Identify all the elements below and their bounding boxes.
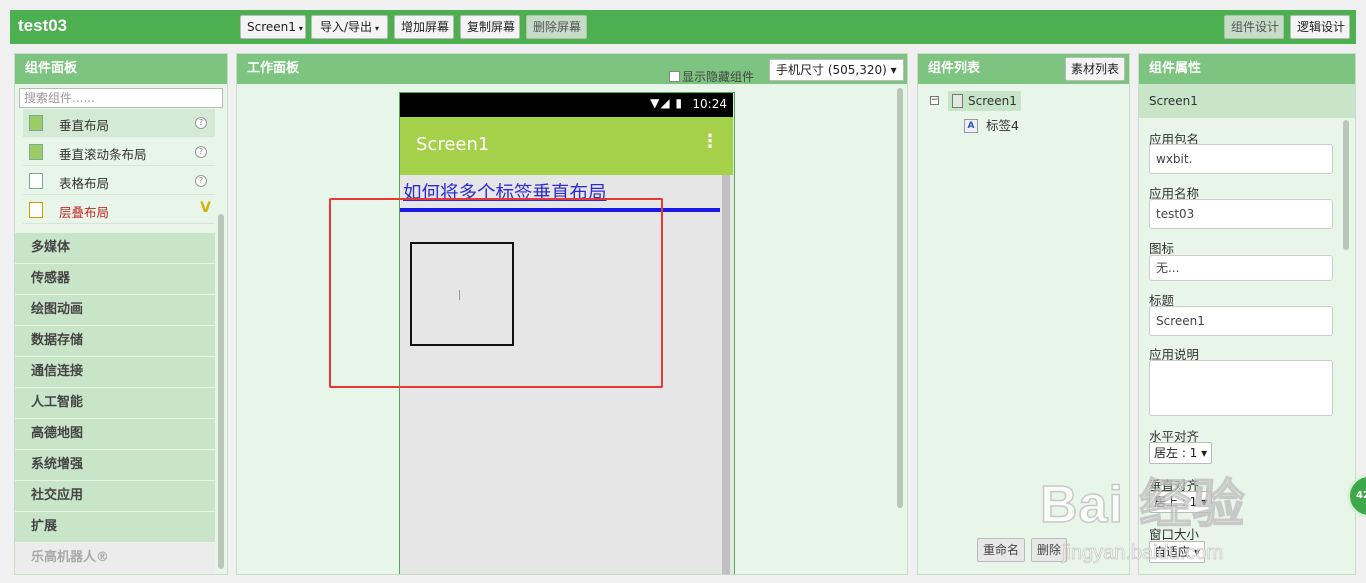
- palette-category-amap[interactable]: 高德地图: [15, 418, 215, 449]
- phone-size-select[interactable]: 手机尺寸 (505,320) ▾: [769, 59, 904, 81]
- overflow-menu-icon[interactable]: ⋮: [701, 131, 719, 152]
- caret-down-icon: ▾: [890, 63, 897, 77]
- tree-node-label4[interactable]: A 标签4: [964, 117, 1019, 135]
- app-bar: Screen1 ⋮: [400, 117, 733, 175]
- properties-title: 组件属性: [1139, 54, 1355, 84]
- screen-title: Screen1: [416, 134, 490, 155]
- selected-component-name: Screen1: [1139, 84, 1355, 118]
- palette-category-sensors[interactable]: 传感器: [15, 263, 215, 294]
- designer-button[interactable]: 组件设计: [1224, 15, 1284, 39]
- status-time: 10:24: [692, 97, 727, 111]
- import-export-button[interactable]: 导入/导出 ▾: [311, 15, 388, 39]
- vertical-arrangement-icon: [29, 115, 43, 131]
- tree-node-screen1[interactable]: Screen1: [948, 91, 1021, 111]
- phone-scrollbar[interactable]: [722, 175, 730, 574]
- help-icon[interactable]: ?: [195, 117, 207, 129]
- rename-button[interactable]: 重命名: [977, 538, 1026, 562]
- workspace-header: 工作面板 显示隐藏组件 手机尺寸 (505,320) ▾: [237, 54, 907, 84]
- palette-item-label: 表格布局: [59, 176, 110, 191]
- palette-panel: 组件面板 搜索组件...... 垂直布局 ? 垂直滚动条布局 ? 表格布局 ? …: [14, 53, 228, 575]
- help-icon[interactable]: ?: [195, 175, 207, 187]
- screen-dropdown-button[interactable]: Screen1 ▾: [240, 15, 306, 39]
- highlight-annotation-box: [329, 198, 663, 388]
- assets-button[interactable]: 素材列表: [1064, 57, 1125, 81]
- app-name-input[interactable]: test03: [1149, 199, 1333, 229]
- palette-category-extension[interactable]: 扩展: [15, 511, 215, 542]
- delete-screen-button[interactable]: 删除屏幕: [526, 15, 587, 39]
- palette-item-vertical-arrangement[interactable]: 垂直布局 ?: [23, 109, 215, 137]
- selected-mark: V: [200, 200, 211, 216]
- caret-down-icon: ▾: [375, 24, 380, 33]
- top-toolbar: test03 Screen1 ▾ 导入/导出 ▾ 增加屏幕 复制屏幕 删除屏幕 组件…: [10, 10, 1356, 44]
- palette-category-storage[interactable]: 数据存储: [15, 325, 215, 356]
- palette-item-label: 层叠布局: [59, 205, 110, 220]
- vertical-scroll-arrangement-icon: [29, 144, 43, 160]
- show-hidden-label: 显示隐藏组件: [682, 70, 755, 84]
- app-package-input[interactable]: wxbit.: [1149, 144, 1333, 174]
- screen-icon: [952, 94, 963, 108]
- palette-category-lego[interactable]: 乐高机器人®: [15, 542, 215, 573]
- palette-category-drawing[interactable]: 绘图动画: [15, 294, 215, 325]
- properties-scrollbar[interactable]: [1343, 120, 1349, 250]
- absolute-arrangement-icon: [29, 202, 43, 218]
- checkbox-icon[interactable]: [669, 71, 680, 82]
- show-hidden-toggle[interactable]: 显示隐藏组件: [669, 62, 754, 92]
- icon-picker[interactable]: 无...: [1149, 255, 1333, 281]
- blocks-button[interactable]: 逻辑设计: [1290, 15, 1350, 39]
- caret-down-icon: ▾: [298, 24, 303, 33]
- search-input[interactable]: 搜索组件......: [19, 88, 223, 108]
- watermark-url: jingyan.baidu.com: [1062, 542, 1224, 565]
- phone-size-label: 手机尺寸 (505,320): [776, 63, 887, 77]
- components-title-text: 组件列表: [928, 61, 981, 76]
- copy-screen-button[interactable]: 复制屏幕: [460, 15, 520, 39]
- description-textarea[interactable]: [1149, 360, 1333, 416]
- signal-battery-icon: ▼◢ ▮: [650, 96, 683, 110]
- collapse-icon[interactable]: −: [930, 96, 939, 105]
- palette-item-absolute-arrangement[interactable]: 层叠布局 V: [23, 196, 215, 224]
- baidu-jingyan-watermark: Bai 经验 jingyan.baidu.com: [1039, 442, 1340, 572]
- workspace-scrollbar[interactable]: [897, 88, 903, 508]
- palette-item-label: 垂直布局: [59, 118, 110, 133]
- palette-title: 组件面板: [15, 54, 227, 84]
- palette-category-ai[interactable]: 人工智能: [15, 387, 215, 418]
- palette-item-table-arrangement[interactable]: 表格布局 ?: [23, 167, 215, 195]
- watermark-brand: Bai 经验: [1039, 475, 1246, 535]
- palette-category-connectivity[interactable]: 通信连接: [15, 356, 215, 387]
- palette-item-label: 垂直滚动条布局: [59, 147, 147, 162]
- add-screen-button[interactable]: 增加屏幕: [394, 15, 454, 39]
- palette-category-system[interactable]: 系统增强: [15, 449, 215, 480]
- tree-node-label: Screen1: [968, 94, 1017, 108]
- palette-category-social[interactable]: 社交应用: [15, 480, 215, 511]
- import-export-label: 导入/导出: [319, 20, 373, 34]
- workspace-title: 工作面板: [247, 61, 300, 76]
- table-arrangement-icon: [29, 173, 43, 189]
- screen-dropdown-label: Screen1: [247, 20, 296, 34]
- palette-item-vertical-scroll-arrangement[interactable]: 垂直滚动条布局 ?: [23, 138, 215, 166]
- title-input[interactable]: Screen1: [1149, 306, 1333, 336]
- project-title: test03: [18, 16, 68, 35]
- tree-node-label: 标签4: [986, 118, 1019, 133]
- label-icon: A: [964, 119, 978, 133]
- status-bar: ▼◢ ▮ 10:24: [400, 93, 733, 117]
- help-icon[interactable]: ?: [195, 146, 207, 158]
- palette-category-media[interactable]: 多媒体: [15, 232, 215, 263]
- palette-scrollbar[interactable]: [218, 214, 224, 569]
